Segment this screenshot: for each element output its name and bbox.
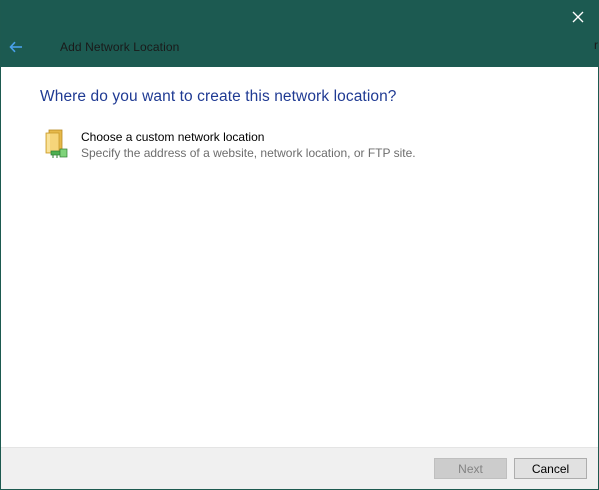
page-heading: Where do you want to create this network… — [40, 88, 397, 105]
clipped-edge-text: r — [594, 38, 598, 52]
option-title: Choose a custom network location — [81, 130, 265, 144]
option-description: Specify the address of a website, networ… — [81, 146, 416, 160]
title-bar: Add Network Location r — [1, 0, 598, 67]
network-folder-icon — [43, 128, 71, 160]
back-arrow-icon — [9, 41, 22, 53]
close-button[interactable] — [564, 4, 592, 30]
footer-bar: Next Cancel — [1, 447, 598, 489]
close-icon — [572, 11, 584, 23]
back-button[interactable] — [5, 36, 27, 58]
window-title: Add Network Location — [60, 40, 180, 54]
next-button[interactable]: Next — [434, 458, 507, 479]
cancel-button[interactable]: Cancel — [514, 458, 587, 479]
wizard-window: Add Network Location r Where do you want… — [0, 0, 599, 490]
option-custom-network-location[interactable]: Choose a custom network location Specify… — [41, 126, 461, 166]
